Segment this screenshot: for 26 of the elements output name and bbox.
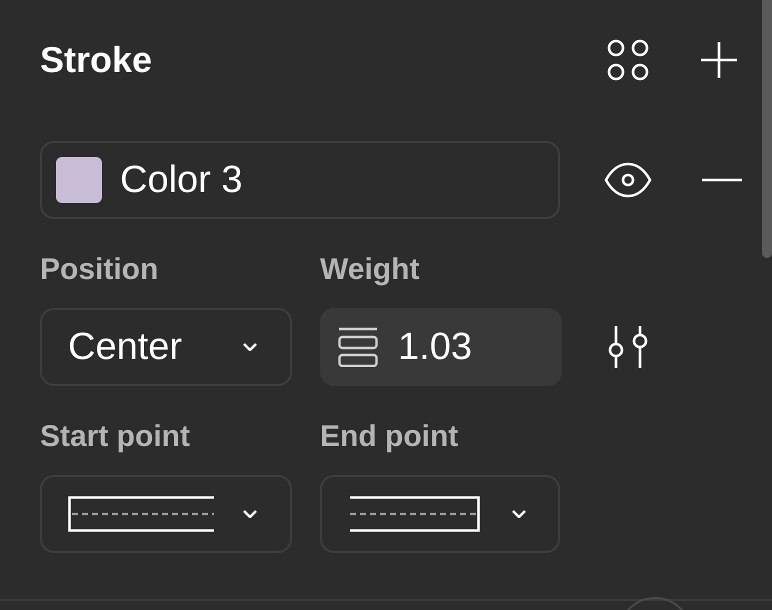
chevron-down-icon xyxy=(243,510,257,518)
panel-title: Stroke xyxy=(40,39,154,81)
color-swatch-icon[interactable] xyxy=(56,157,102,203)
chevron-down-icon xyxy=(512,510,526,518)
position-dropdown[interactable]: Center xyxy=(40,308,292,386)
endpoint-label: End point xyxy=(320,423,460,451)
color-field[interactable]: Color 3 xyxy=(40,141,560,219)
scrollbar-thumb[interactable] xyxy=(762,0,772,258)
sliders-icon[interactable] xyxy=(607,326,649,368)
line-end-cap-icon xyxy=(350,496,480,532)
four-dots-icon[interactable] xyxy=(607,39,649,81)
position-label: Position xyxy=(40,256,160,284)
stroke-weight-icon xyxy=(338,327,378,367)
weight-field[interactable]: 1.03 xyxy=(320,308,562,386)
chevron-down-icon xyxy=(243,343,257,351)
endpoint-dropdown[interactable] xyxy=(40,475,292,553)
weight-value: 1.03 xyxy=(398,325,473,369)
eye-icon[interactable] xyxy=(604,161,652,199)
position-value: Center xyxy=(68,325,184,369)
plus-icon[interactable] xyxy=(700,41,738,79)
line-start-cap-icon xyxy=(68,496,214,532)
endpoint-label: Start point xyxy=(40,423,191,451)
minus-icon[interactable] xyxy=(702,178,742,182)
weight-label: Weight xyxy=(320,256,420,284)
endpoint-dropdown[interactable] xyxy=(320,475,560,553)
color-name: Color 3 xyxy=(120,158,242,202)
